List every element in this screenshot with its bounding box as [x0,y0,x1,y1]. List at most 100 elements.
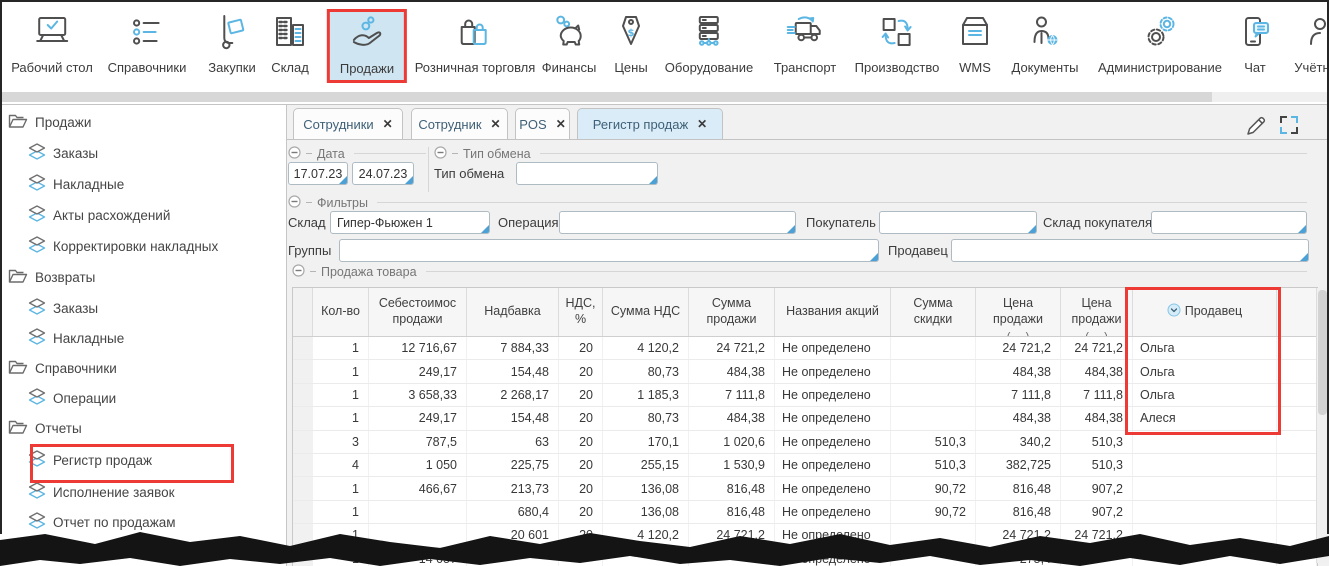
column-header-10[interactable]: Цена продажи( ... ) [1061,288,1133,336]
cell-1-2: 12 716,67 [369,337,467,359]
toolbar-item-8[interactable]: $Цены [603,9,659,78]
groups-input[interactable] [339,239,879,262]
toolbar-item-label: Оборудование [665,60,753,75]
cell-2-11: Ольга [1133,360,1277,382]
table-row-4[interactable]: 1249,17154,482080,73484,38Не определено4… [293,407,1317,430]
toolbar-item-3[interactable]: Закупки [200,9,263,78]
column-header-5[interactable]: Сумма НДС [603,288,689,336]
close-icon[interactable]: ✕ [491,118,501,130]
table-row-2[interactable]: 1249,17154,482080,73484,38Не определено4… [293,360,1317,383]
toolbar-item-13[interactable]: Документы [1003,9,1086,78]
folder-icon [8,268,28,287]
sales-table-group-title: Продажа товара [321,265,417,279]
close-icon[interactable]: ✕ [556,118,566,130]
column-header-label: Кол-во [321,304,360,320]
toolbar-item-10[interactable]: Транспорт [766,9,845,78]
toolbar-item-12[interactable]: WMS [947,9,1003,78]
date-from-input[interactable]: 17.07.23 [288,162,348,185]
column-header-2[interactable]: Себестоимос продажи [369,288,467,336]
sidebar-item-11[interactable]: Отчеты [8,413,82,443]
table-row-8[interactable]: 1680,420136,08816,48Не определено90,7281… [293,501,1317,524]
collapse-icon[interactable] [434,146,447,162]
tab-3[interactable]: POS✕ [515,108,570,139]
toolbar-scrollbar[interactable] [0,92,1329,102]
sidebar-item-5[interactable]: Корректировки накладных [28,231,218,261]
column-header-4[interactable]: НДС, % [559,288,603,336]
sidebar-item-13[interactable]: Исполнение заявок [28,477,175,507]
toolbar-item-9[interactable]: Оборудование [657,9,761,78]
sidebar-item-7[interactable]: Заказы [28,293,98,323]
buyer-sklad-input[interactable] [1151,211,1307,234]
sidebar-item-4[interactable]: Акты расхождений [28,200,170,230]
sklad-input[interactable]: Гипер-Фьюжен 1 [330,211,490,234]
column-header-6[interactable]: Сумма продажи [689,288,775,336]
cell-1-4: 20 [559,337,603,359]
sidebar-item-1[interactable]: Продажи [8,107,91,137]
column-header-1[interactable]: Кол-во [313,288,369,336]
toolbar-item-1[interactable]: Рабочий стол [3,9,101,78]
edit-icon[interactable] [1245,115,1267,142]
sidebar-item-12[interactable]: Регистр продаж [28,445,152,475]
table-row-3[interactable]: 13 658,332 268,17201 185,37 111,8Не опре… [293,384,1317,407]
table-row-10[interactable]: 114 057Не определено275,4 [293,548,1317,566]
table-row-7[interactable]: 1466,67213,7320136,08816,48Не определено… [293,477,1317,500]
toolbar-item-6[interactable]: Розничная торговля [407,9,544,78]
operation-input[interactable] [559,211,796,234]
tab-1[interactable]: Сотрудники✕ [293,108,403,139]
toolbar-item-4[interactable]: Склад [262,9,318,78]
toolbar-item-15[interactable]: Чат [1227,9,1283,78]
collapse-icon[interactable] [288,195,301,211]
toolbar-item-label: Учётн [1294,60,1329,75]
sidebar-item-8[interactable]: Накладные [28,323,124,353]
sidebar-item-14[interactable]: Отчет по продажам [28,507,176,537]
cell-4-4: 20 [559,407,603,429]
group-separator [428,147,429,192]
close-icon[interactable]: ✕ [697,118,707,130]
tab-4[interactable]: Регистр продаж✕ [577,108,723,139]
cell-10-1: 1 [313,548,369,566]
toolbar-item-2[interactable]: Справочники [100,9,195,78]
row-selector-cell [293,384,313,406]
group-dash [306,202,312,203]
toolbar-item-11[interactable]: Производство [847,9,948,78]
tab-2[interactable]: Сотрудник✕ [411,108,508,139]
main-content: Сотрудники✕ Сотрудник✕POS✕Регистр продаж✕… [287,105,1329,566]
exchange-type-input[interactable] [516,162,658,185]
filler-cell [1277,501,1317,523]
sidebar-item-10[interactable]: Операции [28,383,116,413]
column-header-3[interactable]: Надбавка [467,288,559,336]
table-row-5[interactable]: 3787,56320170,11 020,6Не определено510,3… [293,431,1317,454]
table-row-9[interactable]: 120 601204 120,224 721,2Не определено24 … [293,524,1317,547]
toolbar-item-14[interactable]: Администрирование [1090,9,1230,78]
cell-10-9: 275,4 [976,548,1061,566]
sidebar-item-9[interactable]: Справочники [8,353,117,383]
sidebar-item-3[interactable]: Накладные [28,169,124,199]
seller-input[interactable] [951,239,1309,262]
cell-9-7: Не определено [775,524,891,546]
collapse-icon[interactable] [288,146,301,162]
column-header-9[interactable]: Цена продажи( ... ) [976,288,1061,336]
buyer-input[interactable] [879,211,1037,234]
date-to-input[interactable]: 24.07.23 [352,162,414,185]
collapse-icon[interactable] [292,264,305,280]
cell-5-9: 340,2 [976,431,1061,453]
sidebar-item-6[interactable]: Возвраты [8,262,95,292]
table-scrollbar-thumb[interactable] [1318,290,1327,415]
column-header-8[interactable]: Сумма скидки [891,288,976,336]
sidebar-item-2[interactable]: Заказы [28,138,98,168]
toolbar-item-16[interactable]: Учётн [1284,9,1329,78]
sort-down-icon[interactable] [1167,303,1185,322]
close-icon[interactable]: ✕ [383,118,393,130]
table-vertical-scrollbar[interactable] [1316,288,1329,563]
folder-icon [8,359,28,378]
expand-icon[interactable] [1279,115,1299,140]
table-row-6[interactable]: 41 050225,7520255,151 530,9Не определено… [293,454,1317,477]
column-header-7[interactable]: Названия акций [775,288,891,336]
hand-coins-icon [347,13,387,58]
column-header-11[interactable]: Продавец [1133,288,1277,336]
sidebar-item-label: Накладные [53,177,124,192]
toolbar-scrollbar-thumb[interactable] [0,92,1212,102]
toolbar-item-7[interactable]: Финансы [534,9,605,78]
toolbar-item-5[interactable]: Продажи [327,9,407,83]
table-row-1[interactable]: 112 716,677 884,33204 120,224 721,2Не оп… [293,337,1317,360]
